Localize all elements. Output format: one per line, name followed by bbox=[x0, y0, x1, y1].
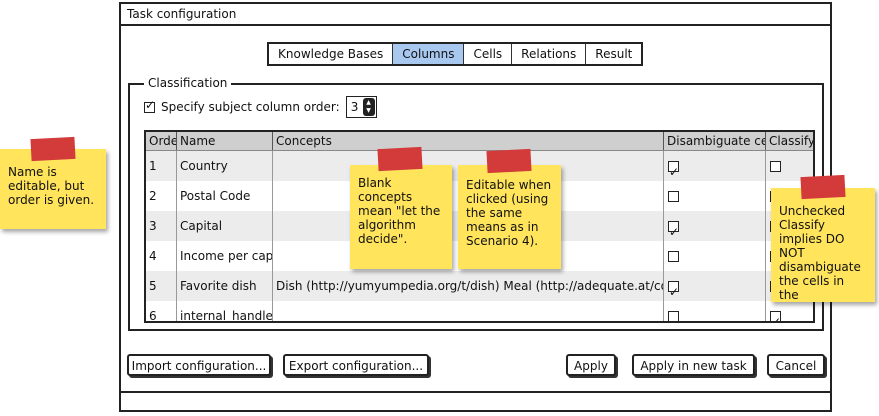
disambiguate-checkbox[interactable] bbox=[668, 191, 679, 202]
table-row[interactable]: 5 Favorite dish Dish (http://yumyumpedia… bbox=[146, 271, 813, 301]
specify-order-checkbox[interactable] bbox=[144, 98, 155, 113]
cell-name[interactable]: Capital bbox=[177, 211, 273, 241]
header-order[interactable]: Order bbox=[146, 132, 177, 150]
tab-cells[interactable]: Cells bbox=[464, 44, 513, 64]
stepper-arrows-icon[interactable]: ▲ ▼ bbox=[362, 98, 375, 116]
cell-classify bbox=[766, 301, 813, 321]
tab-relations[interactable]: Relations bbox=[512, 44, 587, 64]
note-unchecked-classify: Unchecked Classify implies DO NOT disamb… bbox=[771, 188, 875, 302]
tab-knowledge-bases[interactable]: Knowledge Bases bbox=[269, 44, 394, 64]
note-blank-concepts: Blank concepts mean "let the algorithm d… bbox=[350, 165, 452, 269]
header-classify[interactable]: Classify bbox=[766, 132, 813, 150]
cancel-button[interactable]: Cancel bbox=[767, 354, 825, 376]
cell-name[interactable]: Postal Code bbox=[177, 181, 273, 211]
cell-disambiguate bbox=[664, 241, 766, 271]
note-editable-when-clicked: Editable when clicked (using the same me… bbox=[458, 165, 561, 269]
cell-order: 4 bbox=[146, 241, 177, 271]
subject-column-value: 3 bbox=[350, 100, 359, 114]
specify-order-label: Specify subject column order: bbox=[161, 100, 340, 114]
tape-decoration bbox=[30, 136, 76, 162]
disambiguate-checkbox[interactable] bbox=[668, 217, 679, 241]
header-name[interactable]: Name bbox=[177, 132, 273, 150]
cell-name[interactable]: Favorite dish bbox=[177, 271, 273, 301]
table-header: Order Name Concepts Disambiguate cells C… bbox=[146, 132, 813, 151]
cell-order: 1 bbox=[146, 151, 177, 181]
tab-bar: Knowledge Bases Columns Cells Relations … bbox=[267, 42, 644, 66]
tape-decoration bbox=[486, 148, 532, 174]
tab-columns[interactable]: Columns bbox=[393, 44, 465, 64]
header-concepts[interactable]: Concepts bbox=[273, 132, 664, 150]
window-title: Task configuration bbox=[121, 4, 830, 26]
tab-result[interactable]: Result bbox=[586, 44, 641, 64]
header-disambiguate[interactable]: Disambiguate cells bbox=[664, 132, 766, 150]
cell-order: 6 bbox=[146, 301, 177, 321]
table-row[interactable]: 6 internal_handle bbox=[146, 301, 813, 321]
cell-concepts[interactable] bbox=[273, 301, 664, 321]
subject-column-stepper[interactable]: 3 ▲ ▼ bbox=[345, 96, 377, 118]
cell-order: 2 bbox=[146, 181, 177, 211]
apply-in-new-task-button[interactable]: Apply in new task bbox=[632, 354, 755, 376]
window-bottom-divider bbox=[121, 391, 830, 393]
classify-checkbox[interactable] bbox=[770, 307, 781, 321]
cell-concepts[interactable]: Dish (http://yumyumpedia.org/t/dish) Mea… bbox=[273, 271, 664, 301]
cell-disambiguate bbox=[664, 301, 766, 321]
cell-order: 3 bbox=[146, 211, 177, 241]
cell-order: 5 bbox=[146, 271, 177, 301]
cell-name[interactable]: internal_handle bbox=[177, 301, 273, 321]
subject-order-row: Specify subject column order: 3 ▲▼ bbox=[144, 96, 377, 118]
cell-disambiguate bbox=[664, 271, 766, 301]
classify-checkbox[interactable] bbox=[770, 161, 781, 172]
classification-legend: Classification bbox=[144, 76, 232, 90]
tape-decoration bbox=[800, 174, 846, 200]
disambiguate-checkbox[interactable] bbox=[668, 157, 679, 181]
apply-button[interactable]: Apply bbox=[566, 354, 616, 376]
cell-name[interactable]: Country bbox=[177, 151, 273, 181]
disambiguate-checkbox[interactable] bbox=[668, 277, 679, 301]
disambiguate-checkbox[interactable] bbox=[668, 251, 679, 262]
tape-decoration bbox=[377, 146, 423, 172]
note-name-editable: Name is editable, but order is given. bbox=[0, 149, 106, 229]
cell-disambiguate bbox=[664, 211, 766, 241]
import-configuration-button[interactable]: Import configuration... bbox=[127, 354, 271, 376]
export-configuration-button[interactable]: Export configuration... bbox=[283, 354, 429, 376]
disambiguate-checkbox[interactable] bbox=[668, 311, 679, 321]
cell-disambiguate bbox=[664, 151, 766, 181]
cell-name[interactable]: Income per capita bbox=[177, 241, 273, 271]
cell-disambiguate bbox=[664, 181, 766, 211]
